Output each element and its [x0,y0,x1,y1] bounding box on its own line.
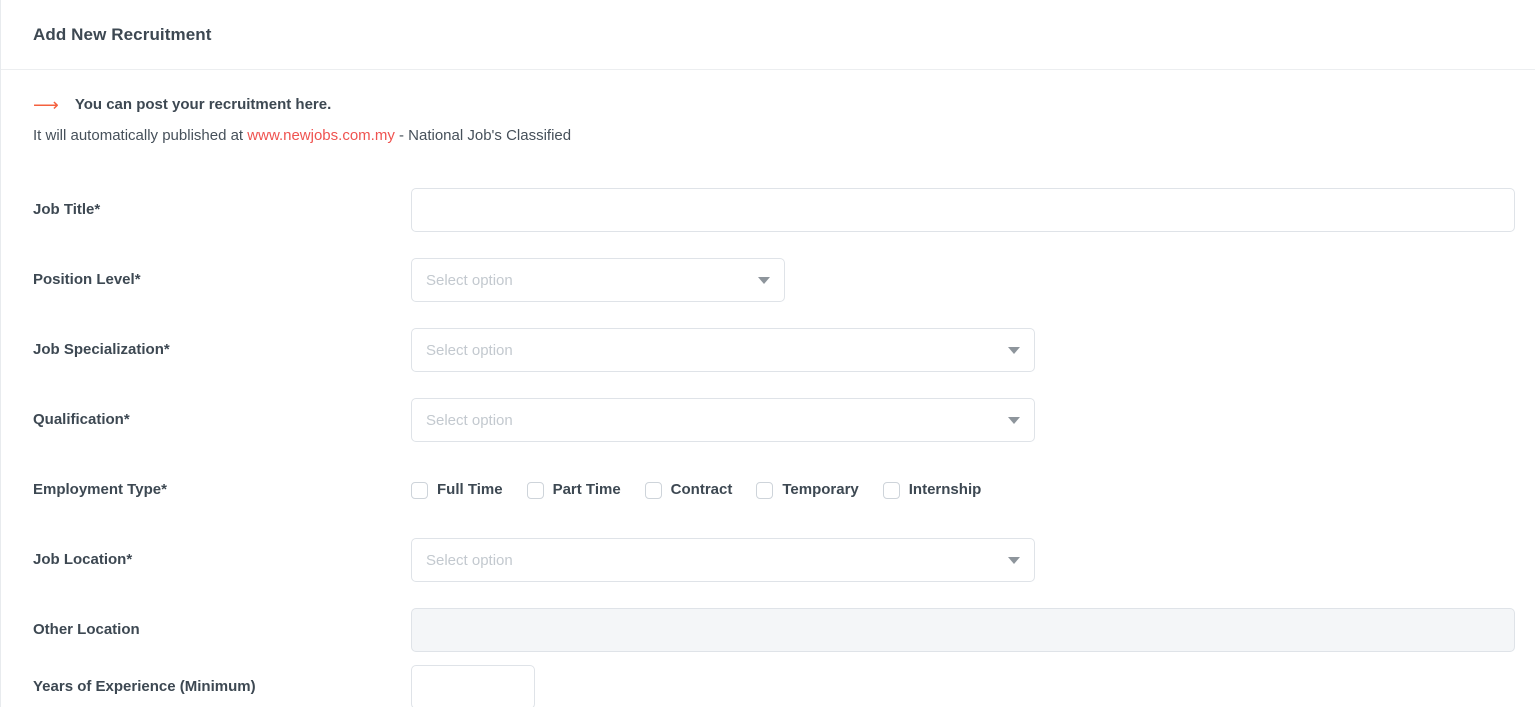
form-row-job-specialization: Job Specialization* Select option [1,315,1515,385]
other-location-label: Other Location [33,621,140,638]
years-experience-input[interactable] [411,665,535,707]
page-title: Add New Recruitment [33,24,212,44]
qualification-control: Select option [411,398,1515,442]
job-location-label: Job Location* [33,551,133,568]
employment-type-option-contract[interactable]: Contract [644,481,733,499]
intro-headline-row: ⟶ You can post your recruitment here. [33,96,1515,114]
position-level-select[interactable]: Select option [411,258,785,302]
newjobs-link[interactable]: www.newjobs.com.my [247,127,395,144]
years-experience-control [411,665,1515,707]
employment-type-option-label: Contract [670,481,733,498]
chevron-down-icon [1008,416,1020,424]
checkbox-icon[interactable] [882,481,900,499]
checkbox-icon[interactable] [411,481,428,499]
checkbox-icon[interactable] [526,481,544,499]
employment-type-option-temporary[interactable]: Temporary [756,481,859,499]
chevron-down-icon [1008,556,1020,564]
employment-type-option-full-time[interactable]: Full Time [411,481,503,499]
form-row-other-location: Other Location [1,595,1515,665]
arrow-right-icon: ⟶ [33,95,59,115]
job-title-control [411,188,1515,232]
form-row-job-title: Job Title* [1,175,1515,245]
form-row-years-experience: Years of Experience (Minimum) [1,665,1515,707]
position-level-label: Position Level* [33,271,141,288]
position-level-selected-value: Select option [426,271,513,289]
card-body: ⟶ You can post your recruitment here. It… [1,70,1535,707]
employment-type-option-label: Full Time [437,481,503,498]
job-location-selected-value: Select option [426,551,513,569]
checkbox-icon[interactable] [644,481,662,499]
job-specialization-control: Select option [411,328,1515,372]
intro-subtext-suffix: - National Job's Classified [394,127,572,144]
form-row-employment-type: Employment Type* Full Time Part Time Con… [1,455,1515,525]
chevron-down-icon [1008,346,1020,354]
employment-type-option-internship[interactable]: Internship [882,481,982,499]
intro-block: ⟶ You can post your recruitment here. It… [1,70,1515,145]
other-location-control [411,608,1515,652]
card-header: Add New Recruitment [1,0,1535,70]
checkbox-icon[interactable] [756,481,774,499]
form-row-position-level: Position Level* Select option [1,245,1515,315]
job-title-label: Job Title* [33,201,101,218]
chevron-down-icon [758,276,770,284]
intro-subtext-prefix: It will automatically published at [33,127,248,144]
job-specialization-select[interactable]: Select option [411,328,1035,372]
add-recruitment-card: Add New Recruitment ⟶ You can post your … [0,0,1535,707]
employment-type-control: Full Time Part Time Contract Temporary I… [411,481,1515,499]
qualification-label: Qualification* [33,411,130,428]
intro-headline: You can post your recruitment here. [74,96,332,113]
job-title-input[interactable] [411,188,1515,232]
employment-type-option-label: Internship [908,481,982,498]
employment-type-option-label: Part Time [552,481,621,498]
qualification-selected-value: Select option [426,411,513,429]
job-specialization-selected-value: Select option [426,341,513,359]
intro-subtext: It will automatically published at www.n… [33,127,1515,145]
recruitment-form: Job Title* Position Level* Select option… [1,175,1515,707]
other-location-input[interactable] [411,608,1515,652]
employment-type-option-label: Temporary [782,481,859,498]
employment-type-option-part-time[interactable]: Part Time [526,481,621,499]
job-location-select[interactable]: Select option [411,538,1035,582]
job-location-control: Select option [411,538,1515,582]
job-specialization-label: Job Specialization* [33,341,170,358]
form-row-job-location: Job Location* Select option [1,525,1515,595]
form-row-qualification: Qualification* Select option [1,385,1515,455]
years-experience-label: Years of Experience (Minimum) [33,678,256,695]
employment-type-label: Employment Type* [33,481,167,498]
employment-type-checkbox-group: Full Time Part Time Contract Temporary I… [411,481,1005,499]
qualification-select[interactable]: Select option [411,398,1035,442]
position-level-control: Select option [411,258,1515,302]
